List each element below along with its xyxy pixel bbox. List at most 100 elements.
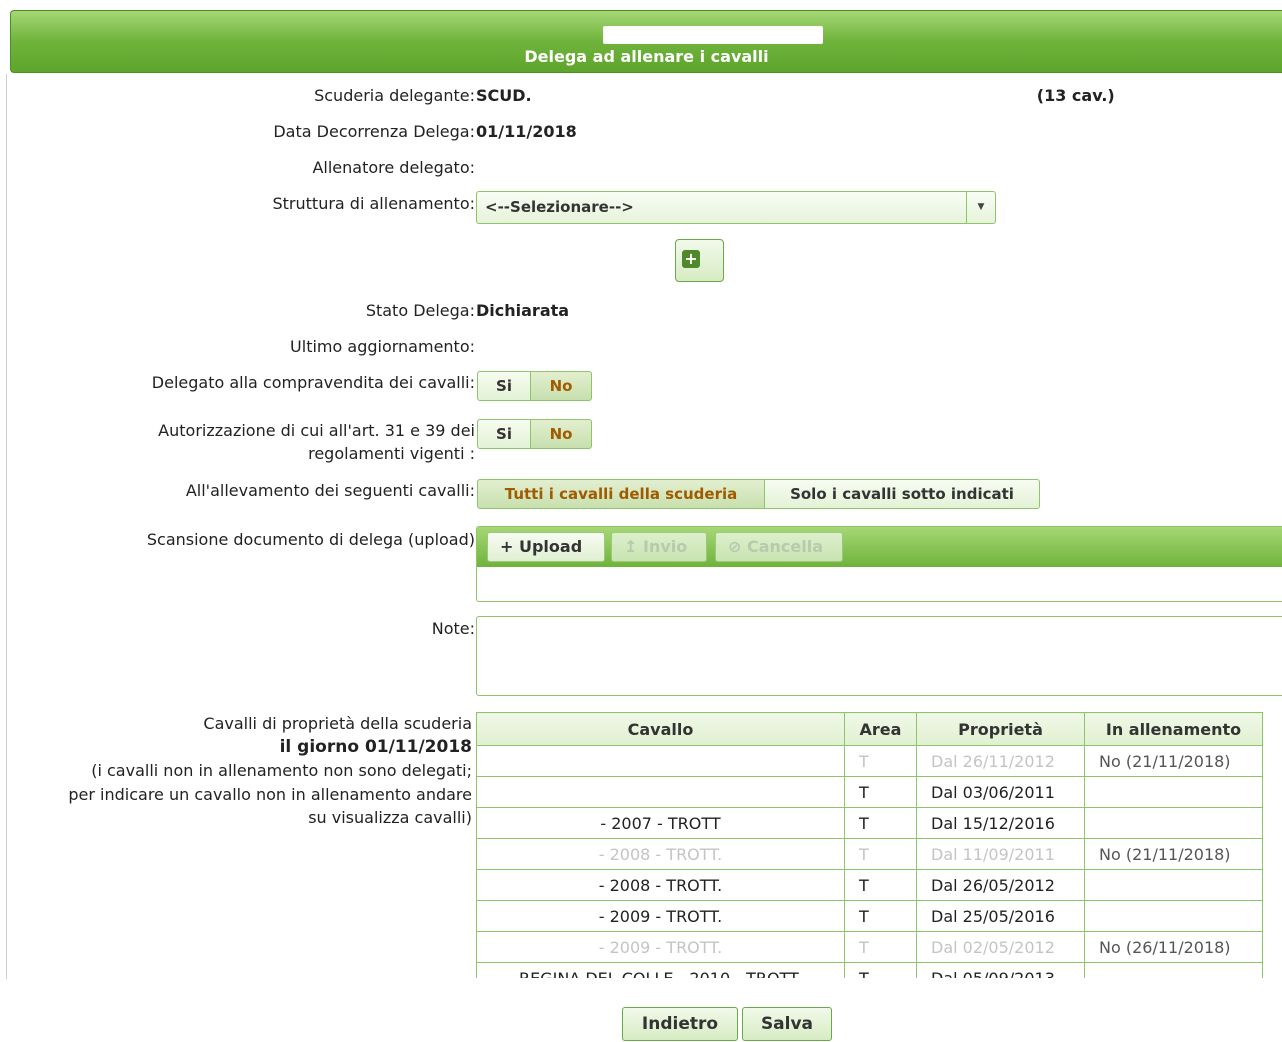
- struttura-select[interactable]: <--Selezionare--> ▼: [476, 191, 996, 224]
- scuderia-prefix: SCUD.: [476, 86, 532, 105]
- cell-area: T: [844, 776, 917, 808]
- cell-cavallo: REGINA DEL COLLE - 2010 - TROTT.: [476, 962, 845, 978]
- col-proprieta-header: Proprietà: [916, 712, 1085, 746]
- autorizzazione-toggle[interactable]: Si No: [477, 419, 592, 451]
- table-row[interactable]: - 2008 - TROTT. T Dal 11/09/2011 No (21/11/…: [476, 838, 1263, 870]
- cell-in-allenamento: [1084, 900, 1263, 932]
- stato-value: Dichiarata: [476, 301, 570, 320]
- col-inallenamento-header: In allenamento: [1084, 712, 1263, 746]
- caption-date: il giorno 01/11/2018: [279, 736, 472, 757]
- redacted-horse-name: [486, 780, 686, 804]
- cell-cavallo: - 2008 - TROTT.: [476, 838, 845, 870]
- table-row[interactable]: REGINA DEL COLLE - 2010 - TROTT. T Dal 05/…: [476, 962, 1263, 978]
- salva-button[interactable]: Salva: [742, 1007, 832, 1041]
- table-header-row: Cavallo Area Proprietà In allenamento: [476, 712, 1263, 746]
- cancella-button[interactable]: ⊘ Cancella: [715, 532, 843, 562]
- upload-label: Upload: [518, 537, 583, 556]
- cell-in-allenamento: [1084, 962, 1263, 978]
- cell-proprieta: Dal 15/12/2016: [916, 807, 1085, 839]
- table-row[interactable]: - 2008 - TROTT. T Dal 26/05/2012: [476, 869, 1263, 901]
- cavalli-table-container[interactable]: Cavallo Area Proprietà In allenamento TD…: [476, 712, 1264, 978]
- cell-in-allenamento: No (21/11/2018): [1084, 745, 1263, 777]
- scansione-label: Scansione documento di delega (upload): [146, 530, 475, 549]
- cell-proprieta: Dal 26/05/2012: [916, 869, 1085, 901]
- note-label: Note:: [431, 619, 475, 638]
- redacted-header-code: [603, 26, 823, 44]
- allevamento-solo-option[interactable]: Solo i cavalli sotto indicati: [764, 479, 1040, 509]
- data-decorrenza-label: Data Decorrenza Delega:: [273, 122, 475, 141]
- note-textarea[interactable]: [476, 616, 1282, 696]
- autorizzazione-label-line1: Autorizzazione di cui all'art. 31 e 39 d…: [158, 421, 475, 440]
- indietro-button[interactable]: Indietro: [622, 1007, 738, 1041]
- cell-area: T: [844, 745, 917, 777]
- compravendita-toggle[interactable]: Si No: [477, 371, 592, 403]
- cell-area: T: [844, 869, 917, 901]
- cell-area: T: [844, 962, 917, 978]
- col-area-header: Area: [844, 712, 917, 746]
- cell-proprieta: Dal 11/09/2011: [916, 838, 1085, 870]
- caption-line5: su visualizza cavalli): [308, 808, 472, 827]
- cancel-circle-icon: ⊘: [728, 537, 742, 556]
- scuderia-count: (13 cav.): [1036, 86, 1115, 105]
- cell-proprieta: Dal 25/05/2016: [916, 900, 1085, 932]
- compravendita-si-option[interactable]: Si: [477, 371, 531, 401]
- autorizzazione-no-option[interactable]: No: [530, 419, 592, 449]
- caption-line4: per indicare un cavallo non in allenamen…: [68, 784, 472, 804]
- autorizzazione-label-line2: regolamenti vigenti :: [308, 444, 475, 463]
- cell-area: T: [844, 838, 917, 870]
- ultimo-aggiornamento-label: Ultimo aggiornamento:: [290, 337, 475, 356]
- upload-toolbar: + Upload ↥ Invio ⊘ Cancella: [477, 527, 1282, 567]
- compravendita-no-option[interactable]: No: [530, 371, 592, 401]
- upload-arrow-icon: ↥: [624, 537, 638, 556]
- cavalli-caption: Cavalli di proprietà della scuderia il g…: [68, 712, 472, 830]
- col-cavallo-header: Cavallo: [476, 712, 845, 746]
- page-header: Delega ad allenare i cavalli: [10, 10, 1282, 73]
- plus-icon: +: [682, 250, 700, 268]
- autorizzazione-si-option[interactable]: Si: [477, 419, 531, 449]
- add-struttura-button[interactable]: +: [675, 239, 724, 282]
- upload-button[interactable]: + Upload: [487, 532, 605, 562]
- invio-button[interactable]: ↥ Invio: [611, 532, 707, 562]
- compravendita-label: Delegato alla compravendita dei cavalli:: [151, 373, 475, 392]
- redacted-horse-name: [486, 752, 706, 776]
- scuderia-label: Scuderia delegante:: [314, 86, 475, 105]
- allevamento-tutti-option[interactable]: Tutti i cavalli della scuderia: [477, 479, 765, 509]
- table-row[interactable]: - 2009 - TROTT. T Dal 25/05/2016: [476, 900, 1263, 932]
- allenatore-label: Allenatore delegato:: [312, 158, 475, 177]
- cell-in-allenamento: No (26/11/2018): [1084, 931, 1263, 963]
- cell-cavallo: - 2008 - TROTT.: [476, 869, 845, 901]
- cell-in-allenamento: [1084, 776, 1263, 808]
- invio-label: Invio: [642, 537, 688, 556]
- stato-label: Stato Delega:: [365, 301, 475, 320]
- table-row[interactable]: - 2009 - TROTT. T Dal 02/05/2012 No (26/11/…: [476, 931, 1263, 963]
- upload-panel: + Upload ↥ Invio ⊘ Cancella: [476, 526, 1282, 602]
- allenatore-value-redacted: [476, 156, 646, 176]
- cell-proprieta: Dal 03/06/2011: [916, 776, 1085, 808]
- allevamento-toggle[interactable]: Tutti i cavalli della scuderia Solo i ca…: [477, 479, 1040, 511]
- left-border: [6, 74, 7, 979]
- plus-icon: +: [500, 537, 514, 556]
- cell-area: T: [844, 931, 917, 963]
- page-title: Delega ad allenare i cavalli: [524, 47, 769, 66]
- caption-line1: Cavalli di proprietà della scuderia: [203, 714, 472, 733]
- caption-line3: (i cavalli non in allenamento non sono d…: [91, 761, 472, 780]
- cancella-label: Cancella: [746, 537, 824, 556]
- allevamento-label: All'allevamento dei seguenti cavalli:: [185, 481, 475, 500]
- struttura-label: Struttura di allenamento:: [272, 194, 476, 213]
- cell-area: T: [844, 900, 917, 932]
- cell-cavallo: - 2009 - TROTT.: [476, 900, 845, 932]
- table-row[interactable]: - 2007 - TROTT T Dal 15/12/2016: [476, 807, 1263, 839]
- cell-proprieta: Dal 05/09/2013: [916, 962, 1085, 978]
- data-decorrenza-value: 01/11/2018: [476, 122, 577, 141]
- cell-area: T: [844, 807, 917, 839]
- cell-in-allenamento: [1084, 807, 1263, 839]
- cell-cavallo: - 2007 - TROTT: [476, 807, 845, 839]
- cell-proprieta: Dal 26/11/2012: [916, 745, 1085, 777]
- cell-proprieta: Dal 02/05/2012: [916, 931, 1085, 963]
- cell-in-allenamento: [1084, 869, 1263, 901]
- struttura-selected-value: <--Selezionare-->: [485, 198, 634, 216]
- cell-cavallo: - 2009 - TROTT.: [476, 931, 845, 963]
- cell-in-allenamento: No (21/11/2018): [1084, 838, 1263, 870]
- scuderia-value: SCUD. (13 cav.): [476, 84, 1115, 107]
- chevron-down-icon[interactable]: ▼: [966, 192, 995, 223]
